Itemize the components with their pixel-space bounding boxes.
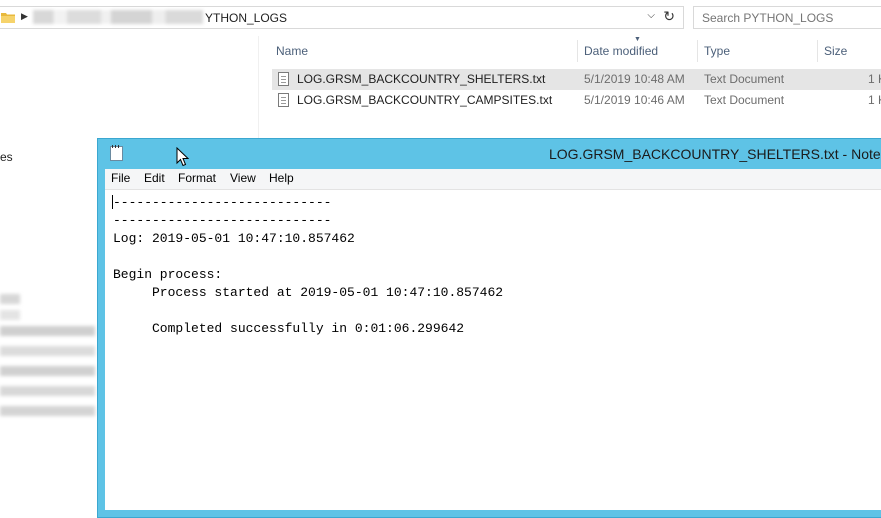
mouse-pointer-icon (176, 147, 190, 167)
editor-line: Begin process: (113, 267, 223, 282)
column-header-name[interactable]: Name (270, 40, 578, 62)
file-row[interactable]: LOG.GRSM_BACKCOUNTRY_CAMPSITES.txt 5/1/2… (272, 90, 881, 111)
menu-view[interactable]: View (230, 171, 256, 185)
column-header-type[interactable]: Type (698, 40, 818, 62)
breadcrumb-arrow-icon[interactable]: ▶ (21, 11, 28, 22)
editor-line: Log: 2019-05-01 10:47:10.857462 (113, 231, 355, 246)
folder-icon (1, 13, 15, 23)
nav-item-partial[interactable]: es (0, 150, 13, 164)
file-size: 1 K (868, 72, 881, 86)
address-bar[interactable]: ▶ YTHON_LOGS ⌵ ↻ (0, 6, 684, 29)
search-box[interactable] (693, 6, 881, 29)
text-file-icon (278, 72, 289, 86)
text-editor-area[interactable]: ---------------------------- -----------… (105, 190, 881, 510)
editor-line: ---------------------------- (113, 195, 332, 210)
blurred-nav-item (0, 310, 20, 320)
column-headers: Name Date modified ▼ Type Size (270, 36, 881, 62)
notepad-titlebar[interactable]: LOG.GRSM_BACKCOUNTRY_SHELTERS.txt - Note… (98, 139, 881, 169)
editor-line: Process started at 2019-05-01 10:47:10.8… (113, 285, 504, 300)
column-header-size[interactable]: Size (818, 40, 881, 62)
file-date: 5/1/2019 10:48 AM (584, 72, 685, 86)
file-type: Text Document (704, 93, 785, 107)
blurred-breadcrumb (33, 10, 203, 24)
breadcrumb-current-folder[interactable]: YTHON_LOGS (205, 11, 287, 25)
blurred-nav-item (0, 346, 95, 356)
column-header-date-modified[interactable]: Date modified (578, 40, 698, 62)
menu-help[interactable]: Help (269, 171, 294, 185)
file-type: Text Document (704, 72, 785, 86)
file-size: 1 K (868, 93, 881, 107)
menu-format[interactable]: Format (178, 171, 216, 185)
blurred-nav-item (0, 406, 95, 416)
notepad-window: LOG.GRSM_BACKCOUNTRY_SHELTERS.txt - Note… (97, 138, 881, 518)
blurred-nav-item (0, 386, 95, 396)
refresh-icon[interactable]: ↻ (663, 8, 675, 25)
menu-bar: File Edit Format View Help (105, 169, 881, 190)
editor-line: Completed successfully in 0:01:06.299642 (113, 321, 465, 336)
window-title: LOG.GRSM_BACKCOUNTRY_SHELTERS.txt - Note… (549, 146, 881, 162)
text-file-icon (278, 93, 289, 107)
file-name: LOG.GRSM_BACKCOUNTRY_SHELTERS.txt (297, 72, 546, 86)
file-date: 5/1/2019 10:46 AM (584, 93, 685, 107)
editor-line: ---------------------------- (113, 213, 332, 228)
menu-edit[interactable]: Edit (144, 171, 165, 185)
address-dropdown-icon[interactable]: ⌵ (647, 10, 655, 21)
menu-file[interactable]: File (111, 171, 130, 185)
notepad-icon[interactable] (110, 145, 123, 161)
blurred-nav-item (0, 294, 20, 304)
blurred-nav-item (0, 366, 95, 376)
sort-descending-icon: ▼ (634, 36, 641, 43)
search-input[interactable] (694, 7, 881, 28)
blurred-nav-item (0, 326, 95, 336)
file-name: LOG.GRSM_BACKCOUNTRY_CAMPSITES.txt (297, 93, 553, 107)
file-row[interactable]: LOG.GRSM_BACKCOUNTRY_SHELTERS.txt 5/1/20… (272, 69, 881, 90)
